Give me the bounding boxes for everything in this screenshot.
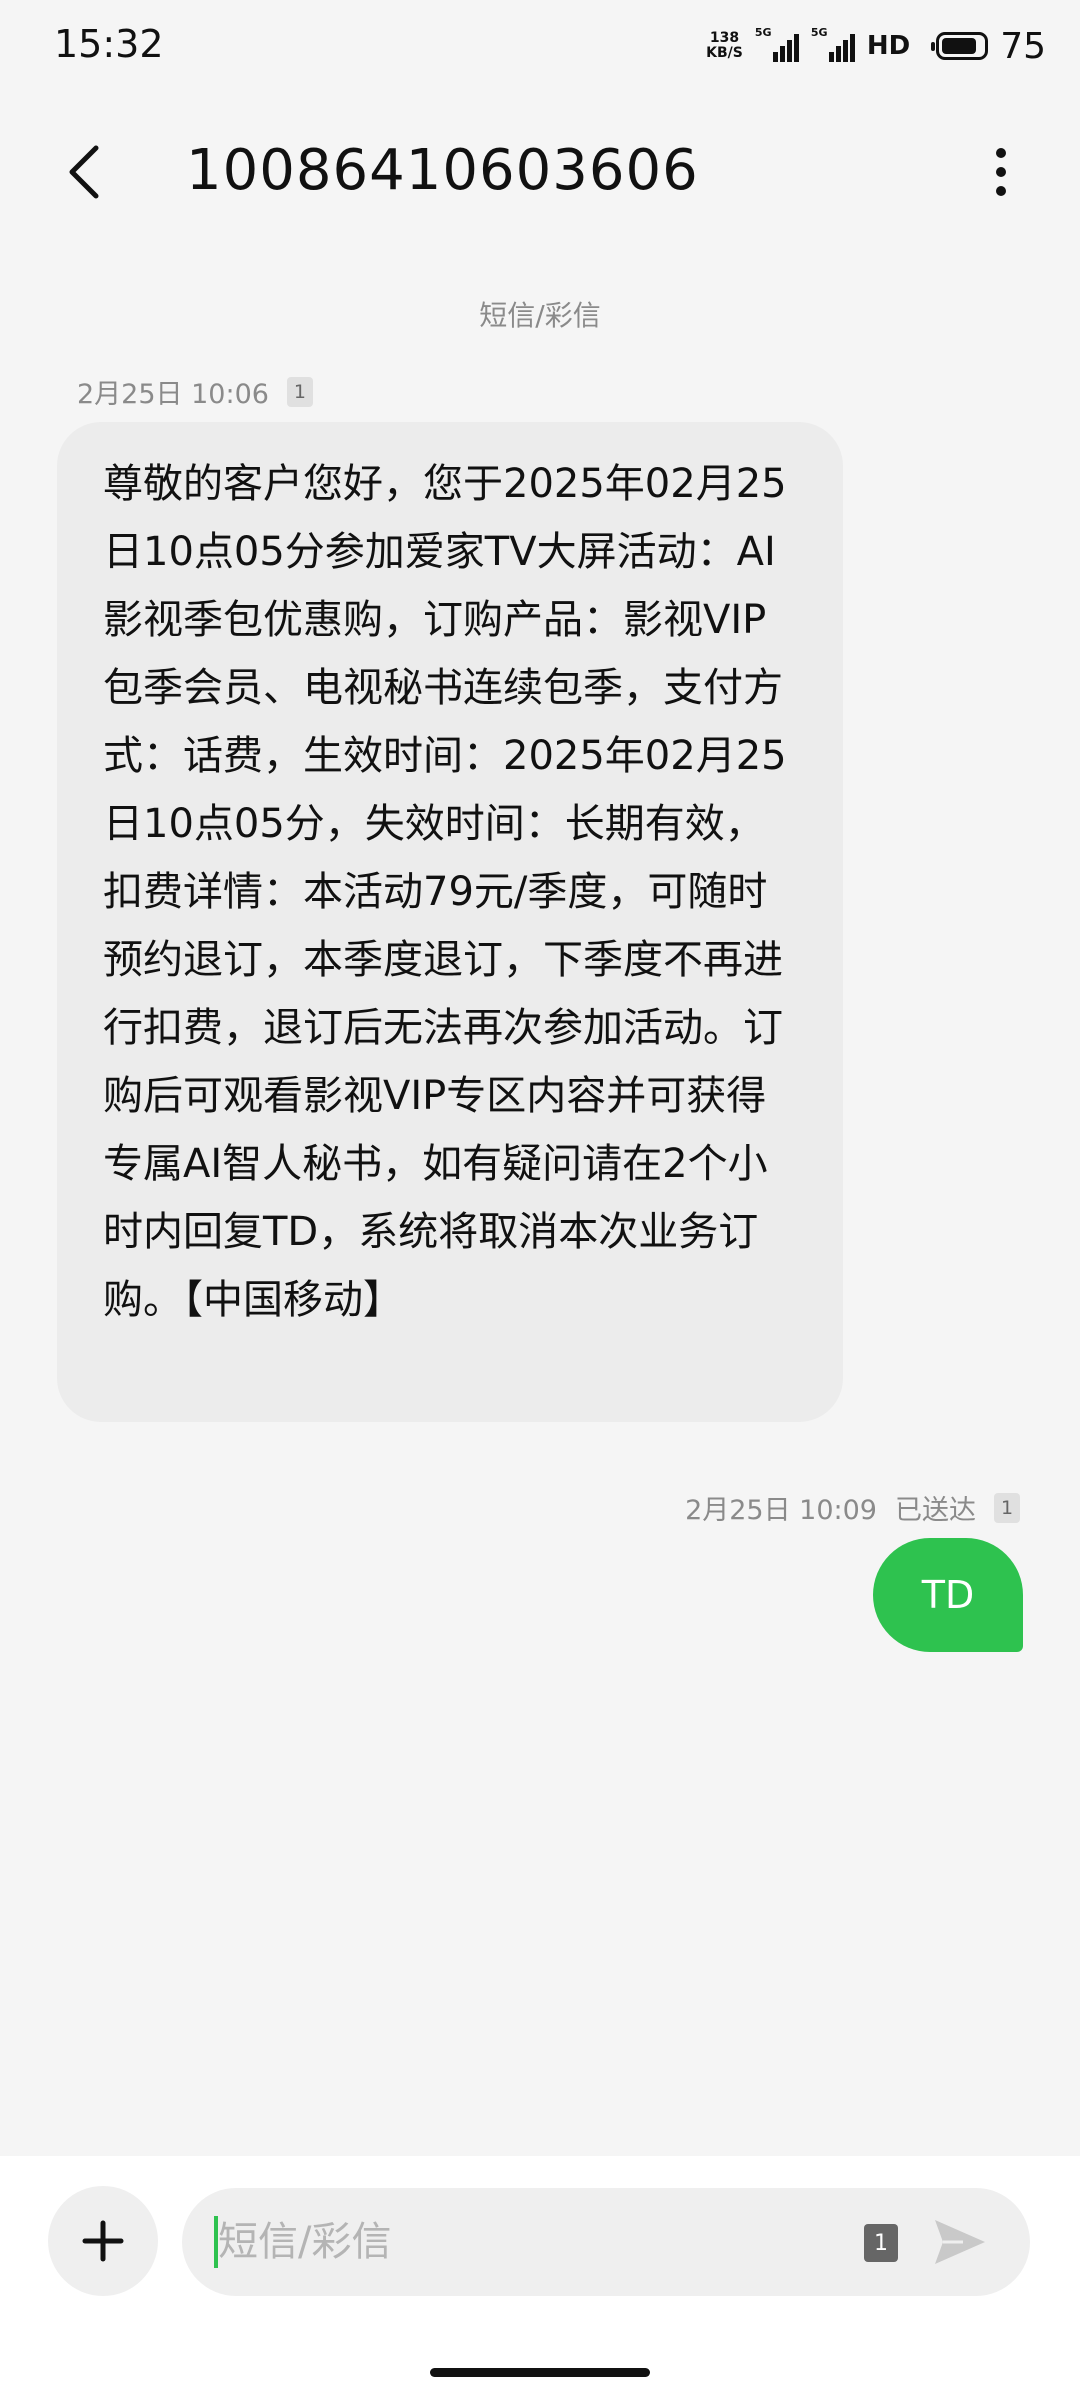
sms-conversation-screen: 15:32 138 KB/S 5G 5G HD 75 1008641060360… xyxy=(0,0,1080,2400)
more-options-button[interactable] xyxy=(966,132,1036,212)
status-icons: 138 KB/S 5G 5G HD 75 xyxy=(706,22,1046,70)
message-input[interactable]: 短信/彩信 1 xyxy=(182,2188,1030,2296)
chevron-left-icon xyxy=(69,145,99,199)
outgoing-message-meta: 2月25日 10:09 已送达 1 xyxy=(685,1488,1020,1527)
message-type-label: 短信/彩信 xyxy=(479,299,601,332)
conversation-header: 10086410603606 xyxy=(0,110,1080,240)
send-icon xyxy=(935,2220,985,2264)
incoming-message-bubble[interactable]: 尊敬的客户您好，您于2025年02月25日10点05分参加爱家TV大屏活动：AI… xyxy=(57,422,843,1422)
sim-badge-icon: 1 xyxy=(286,376,313,407)
battery-percent: 75 xyxy=(1000,25,1046,67)
network-speed: 138 KB/S xyxy=(706,31,743,61)
incoming-message-meta: 2月25日 10:06 1 xyxy=(77,372,313,411)
send-button[interactable] xyxy=(930,2214,990,2270)
battery-icon xyxy=(931,32,989,60)
signal-sim2-label: 5G xyxy=(810,26,828,39)
incoming-message-text: 尊敬的客户您好，您于2025年02月25日10点05分参加爱家TV大屏活动：AI… xyxy=(103,461,787,1323)
outgoing-message-bubble[interactable]: TD xyxy=(873,1538,1023,1652)
signal-sim1-label: 5G xyxy=(754,26,772,39)
add-attachment-button[interactable] xyxy=(48,2186,158,2296)
status-time: 15:32 xyxy=(54,22,164,66)
more-vertical-icon xyxy=(996,148,1006,158)
signal-sim1-icon: 5G xyxy=(755,26,799,62)
status-bar: 15:32 138 KB/S 5G 5G HD 75 xyxy=(0,0,1080,92)
message-input-placeholder: 短信/彩信 xyxy=(218,2219,392,2265)
hd-voice-icon: HD xyxy=(866,31,911,61)
network-speed-unit: KB/S xyxy=(706,45,743,61)
sim-select-icon[interactable]: 1 xyxy=(864,2224,898,2262)
outgoing-timestamp: 2月25日 10:09 xyxy=(685,1495,877,1526)
plus-icon xyxy=(82,2220,124,2262)
signal-sim2-icon: 5G xyxy=(811,26,855,62)
contact-number-title[interactable]: 10086410603606 xyxy=(186,138,699,203)
incoming-timestamp: 2月25日 10:06 xyxy=(77,379,269,410)
delivery-status: 已送达 xyxy=(895,1495,976,1526)
network-speed-value: 138 xyxy=(709,30,740,46)
home-indicator[interactable] xyxy=(430,2368,650,2377)
back-button[interactable] xyxy=(44,132,124,212)
text-cursor xyxy=(214,2216,218,2268)
message-composer: 短信/彩信 1 xyxy=(0,2156,1080,2400)
outgoing-message-text: TD xyxy=(921,1573,975,1617)
sim-badge-icon: 1 xyxy=(994,1492,1020,1523)
